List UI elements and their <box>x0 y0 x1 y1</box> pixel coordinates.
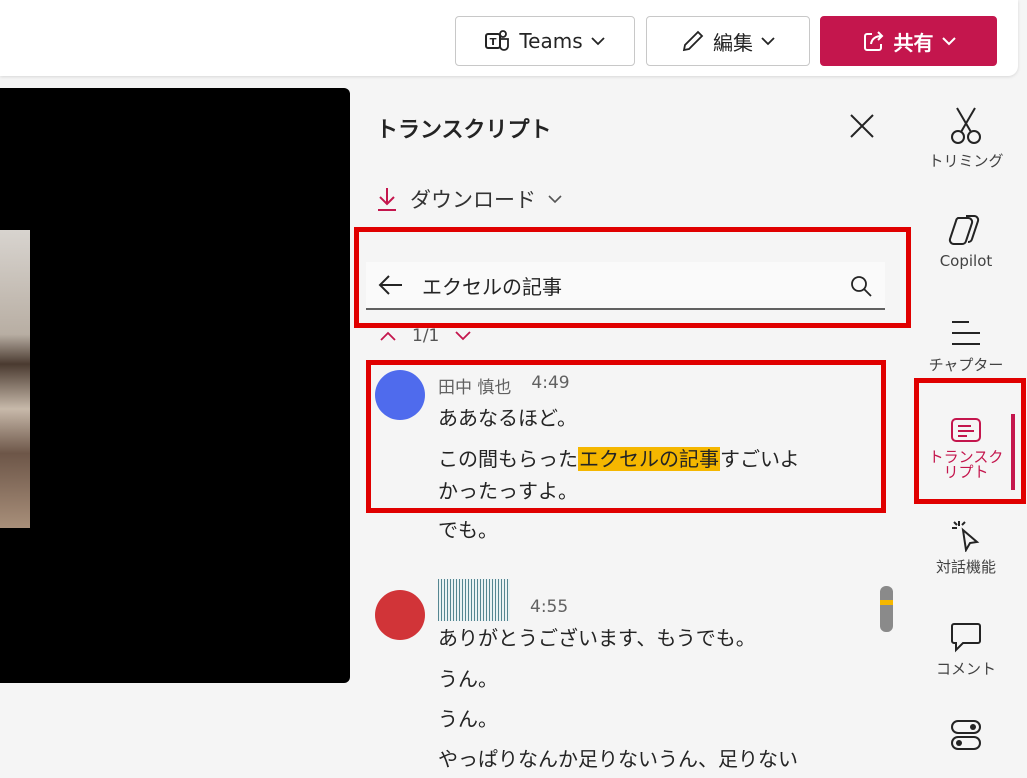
svg-text:T: T <box>490 37 497 48</box>
rail-item-more[interactable] <box>914 718 1018 756</box>
transcript-line: うん。 <box>438 667 498 691</box>
chevron-down-icon <box>761 37 775 46</box>
rail-item-chapters[interactable]: チャプター <box>914 316 1018 375</box>
close-icon[interactable] <box>848 112 876 140</box>
back-arrow-icon[interactable] <box>376 270 406 300</box>
teams-button[interactable]: T Teams <box>455 16 635 66</box>
rail-label: チャプター <box>928 356 1004 374</box>
rail-label: コメント <box>935 660 996 678</box>
pencil-icon <box>682 30 704 52</box>
speaker-name: 田中 慎也 <box>438 378 512 398</box>
share-button[interactable]: 共有 <box>820 16 997 66</box>
search-result-navigation: 1/1 <box>380 326 471 346</box>
rail-label-line2: リプト <box>943 463 989 481</box>
chevron-up-icon[interactable] <box>380 331 396 341</box>
top-toolbar: T Teams 編集 共有 <box>0 0 1018 76</box>
video-player[interactable] <box>0 88 350 683</box>
transcript-line: やっぱりなんか足りないうん、足りない <box>438 747 798 771</box>
transcript-line: でも。 <box>438 518 498 542</box>
copilot-icon <box>948 215 980 245</box>
avatar <box>375 590 425 640</box>
entry-timestamp[interactable]: 4:49 <box>531 373 569 398</box>
entry-meta: 4:55 <box>438 579 568 621</box>
right-rail: トリミング Copilot チャプター トランスク リプト 対話機能 コメント <box>914 90 1018 759</box>
transcript-line: うん。 <box>438 707 498 731</box>
transcript-line: ああなるほど。 <box>438 406 577 430</box>
transcript-entry[interactable]: 4:55 ありがとうございます、もうでも。 うん。 うん。 やっぱりなんか足りな… <box>366 578 881 778</box>
transcript-search-box <box>366 262 885 310</box>
entry-timestamp[interactable]: 4:55 <box>530 597 568 617</box>
download-label: ダウンロード <box>410 188 536 212</box>
teams-label: Teams <box>519 29 583 53</box>
transcript-icon <box>951 418 981 442</box>
video-frame-thumbnail <box>0 230 30 528</box>
rail-item-trimming[interactable]: トリミング <box>914 106 1018 171</box>
chapters-icon <box>952 321 980 345</box>
match-count: 1/1 <box>412 326 440 346</box>
toggle-settings-icon <box>951 720 981 750</box>
rail-active-indicator <box>1011 414 1015 490</box>
chevron-down-icon <box>591 37 605 46</box>
rail-item-comments[interactable]: コメント <box>914 620 1018 679</box>
scrollbar-match-marker <box>880 600 893 605</box>
download-button[interactable]: ダウンロード <box>376 184 562 214</box>
edit-button[interactable]: 編集 <box>646 16 810 66</box>
transcript-entry[interactable]: 田中 慎也 4:49 ああなるほど。 この間もらったエクセルの記事すごいよ かっ… <box>366 362 881 562</box>
transcript-search-input[interactable] <box>420 272 824 298</box>
entry-meta: 田中 慎也 4:49 <box>438 373 570 398</box>
scissors-icon <box>951 107 981 144</box>
avatar <box>375 370 425 420</box>
rail-label: トリミング <box>928 152 1004 170</box>
transcript-line: かったっすよ。 <box>438 479 578 503</box>
rail-item-copilot[interactable]: Copilot <box>914 212 1018 270</box>
teams-icon: T <box>485 30 510 51</box>
transcript-panel-title: トランスクリプト <box>376 118 552 143</box>
share-label: 共有 <box>893 30 934 55</box>
chevron-down-icon <box>941 37 956 46</box>
speaker-name-redacted <box>438 579 510 621</box>
comment-icon <box>951 623 981 653</box>
chevron-down-icon[interactable] <box>455 331 471 341</box>
chevron-down-icon <box>548 195 562 204</box>
transcript-line: この間もらったエクセルの記事すごいよ <box>438 443 848 475</box>
scrollbar-thumb[interactable] <box>880 586 893 632</box>
download-icon <box>378 188 396 211</box>
rail-label: Copilot <box>939 252 993 270</box>
rail-item-interactive[interactable]: 対話機能 <box>914 518 1018 577</box>
search-highlight: エクセルの記事 <box>578 447 720 471</box>
transcript-list[interactable]: 田中 慎也 4:49 ああなるほど。 この間もらったエクセルの記事すごいよ かっ… <box>366 362 881 771</box>
share-icon <box>863 31 883 51</box>
search-icon[interactable] <box>849 274 873 298</box>
rail-item-transcript[interactable]: トランスク リプト <box>914 416 1018 480</box>
rail-label: 対話機能 <box>935 558 996 576</box>
edit-label: 編集 <box>713 30 753 55</box>
line-text: すごいよ <box>720 447 800 471</box>
transcript-line: ありがとうございます、もうでも。 <box>438 626 756 650</box>
interactive-icon <box>952 521 980 552</box>
line-text: この間もらった <box>438 447 578 471</box>
